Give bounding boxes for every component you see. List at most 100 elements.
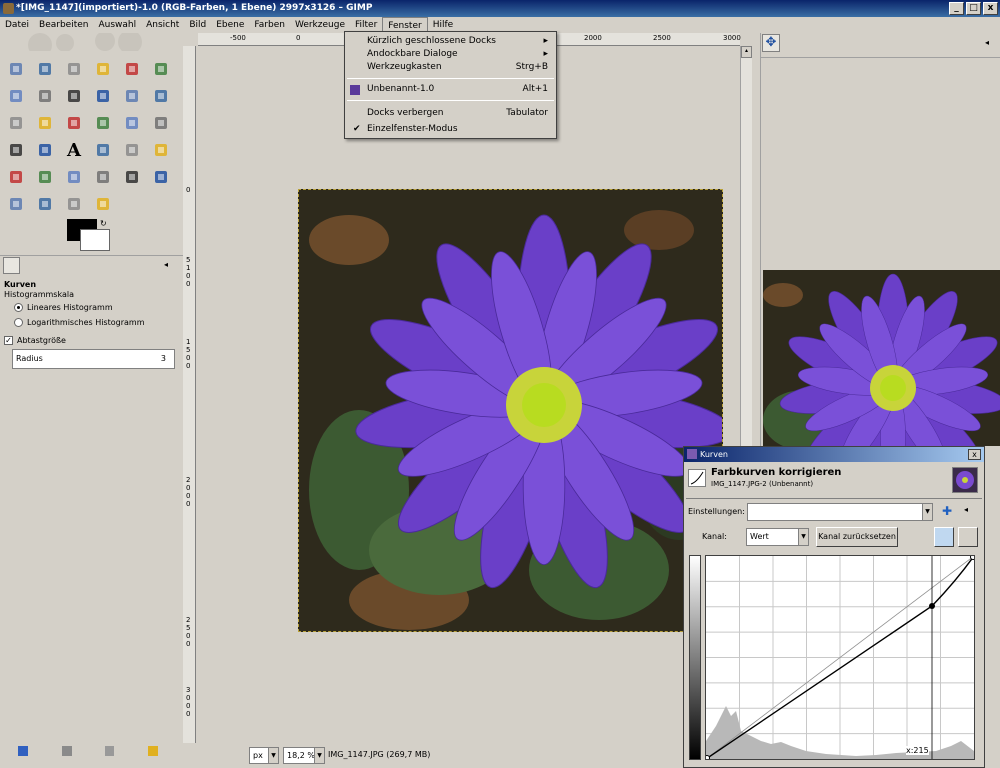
zoom-icon[interactable] — [92, 85, 114, 107]
canvas-image[interactable] — [298, 189, 723, 632]
cage-icon[interactable] — [34, 139, 56, 161]
menu-werkzeuge[interactable]: Werkzeuge — [290, 17, 350, 33]
menu-auswahl[interactable]: Auswahl — [93, 17, 141, 33]
free-select-icon[interactable] — [63, 58, 85, 80]
perspective-icon[interactable] — [150, 112, 172, 134]
delete-options-icon[interactable] — [105, 746, 114, 756]
text-icon[interactable]: A — [63, 139, 85, 161]
dock-menu-icon[interactable]: ◂ — [985, 38, 989, 47]
add-preset-icon[interactable]: ✚ — [942, 504, 952, 518]
settings-combo[interactable]: ▼ — [747, 503, 933, 521]
ruler-tick-label: 1 — [186, 338, 191, 346]
dodge-burn-icon[interactable] — [63, 193, 85, 215]
maximize-button[interactable]: □ — [966, 2, 981, 15]
align-icon[interactable] — [5, 112, 27, 134]
heal-icon[interactable] — [150, 166, 172, 188]
scale-icon[interactable] — [92, 112, 114, 134]
clone-icon[interactable] — [121, 166, 143, 188]
menu-item-unbenannt[interactable]: Unbenannt-1.0 Alt+1 — [345, 83, 556, 96]
image-info: IMG_1147.JPG (269,7 MB) — [328, 750, 431, 759]
menu-bild[interactable]: Bild — [184, 17, 211, 33]
curves-subheading: IMG_1147.JPG-2 (Unbenannt) — [711, 480, 814, 488]
close-button[interactable]: x — [983, 2, 998, 15]
submenu-arrow-icon: ▸ — [543, 49, 548, 59]
rotate-icon[interactable] — [63, 112, 85, 134]
menu-item-single-window-mode[interactable]: ✔ Einzelfenster-Modus — [345, 123, 556, 136]
move-icon[interactable] — [150, 85, 172, 107]
eraser-icon[interactable] — [34, 166, 56, 188]
smudge-icon[interactable] — [34, 193, 56, 215]
perspective-clone-icon[interactable] — [5, 193, 27, 215]
submenu-arrow-icon: ▸ — [543, 36, 548, 46]
menu-item-shortcut: Strg+B — [515, 62, 548, 72]
menu-ansicht[interactable]: Ansicht — [141, 17, 184, 33]
bucket-fill-icon[interactable] — [92, 139, 114, 161]
log-histogram-radio[interactable]: Logarithmisches Histogramm — [14, 318, 145, 327]
unit-selector[interactable]: px ▼ — [249, 747, 279, 764]
menu-separator — [347, 100, 554, 101]
menu-bearbeiten[interactable]: Bearbeiten — [34, 17, 93, 33]
radius-value: 3 — [160, 354, 166, 363]
radius-slider[interactable]: Radius 3 — [12, 349, 175, 369]
reset-channel-button[interactable]: Kanal zurücksetzen — [816, 527, 898, 547]
ruler-tick-label: 0 — [186, 492, 191, 500]
flower-image — [299, 190, 722, 631]
rect-select-icon[interactable] — [5, 58, 27, 80]
menu-item-toolbox[interactable]: Werkzeugkasten Strg+B — [345, 61, 556, 74]
window-title: *[IMG_1147](importiert)-1.0 (RGB-Farben,… — [16, 3, 373, 13]
flip-icon[interactable] — [5, 139, 27, 161]
scroll-up-button[interactable]: ▴ — [741, 46, 752, 58]
blur-icon[interactable] — [92, 193, 114, 215]
chevron-down-icon: ▼ — [268, 748, 278, 763]
vertical-ruler[interactable]: 0 5 1 0 0 1 5 0 0 2 0 0 0 2 5 0 0 3 0 0 … — [183, 46, 196, 743]
preset-menu-icon[interactable]: ◂ — [964, 505, 968, 514]
chevron-down-icon: ▼ — [798, 529, 808, 545]
restore-options-icon[interactable] — [62, 746, 72, 756]
fuzzy-select-icon[interactable] — [92, 58, 114, 80]
save-options-icon[interactable] — [18, 746, 28, 756]
paths-icon[interactable] — [34, 85, 56, 107]
airbrush-icon[interactable] — [63, 166, 85, 188]
curve-graph[interactable]: x:215 — [704, 554, 976, 761]
ellipse-select-icon[interactable] — [34, 58, 56, 80]
dock-divider — [761, 57, 1000, 58]
linear-histogram-toggle-icon[interactable] — [934, 527, 954, 547]
foreground-select-icon[interactable] — [5, 85, 27, 107]
ruler-tick-label: 2 — [186, 616, 191, 624]
tool-options-tab[interactable] — [3, 257, 20, 274]
measure-icon[interactable] — [121, 85, 143, 107]
reset-options-icon[interactable] — [148, 746, 158, 756]
channel-combo[interactable]: Wert ▼ — [746, 528, 809, 546]
pencil-icon[interactable] — [150, 139, 172, 161]
menu-item-hide-docks[interactable]: Docks verbergen Tabulator — [345, 107, 556, 120]
menu-datei[interactable]: Datei — [0, 17, 34, 33]
menu-farben[interactable]: Farben — [249, 17, 290, 33]
color-select-icon[interactable] — [121, 58, 143, 80]
menu-item-shortcut: Alt+1 — [522, 84, 548, 94]
curves-heading: Farbkurven korrigieren — [711, 467, 842, 478]
blend-icon[interactable] — [121, 139, 143, 161]
curves-close-button[interactable]: x — [968, 449, 981, 460]
ruler-tick-label: 0 — [186, 362, 191, 370]
menu-item-recently-closed-docks[interactable]: Kürzlich geschlossene Docks ▸ — [345, 35, 556, 48]
crop-icon[interactable] — [34, 112, 56, 134]
scissors-icon[interactable] — [150, 58, 172, 80]
menu-ebene[interactable]: Ebene — [211, 17, 249, 33]
swap-colors-icon[interactable]: ↻ — [100, 219, 107, 228]
color-picker-icon[interactable] — [63, 85, 85, 107]
background-color[interactable] — [80, 229, 110, 251]
dialog-divider — [686, 498, 982, 499]
navigation-tab-icon[interactable]: ✥ — [762, 34, 780, 52]
sample-size-checkbox[interactable]: ✓ Abtastgröße — [4, 336, 66, 345]
flower-preview-image — [763, 270, 1000, 446]
ink-icon[interactable] — [92, 166, 114, 188]
zoom-selector[interactable]: 18,2 % ▼ — [283, 747, 325, 764]
menu-item-dockable-dialogs[interactable]: Andockbare Dialoge ▸ — [345, 48, 556, 61]
navigation-preview[interactable] — [763, 270, 1000, 446]
linear-histogram-radio[interactable]: Lineares Histogramm — [14, 303, 113, 312]
paintbrush-icon[interactable] — [5, 166, 27, 188]
shear-icon[interactable] — [121, 112, 143, 134]
minimize-button[interactable]: _ — [949, 2, 964, 15]
dock-menu-icon[interactable]: ◂ — [164, 260, 168, 269]
log-histogram-toggle-icon[interactable] — [958, 527, 978, 547]
